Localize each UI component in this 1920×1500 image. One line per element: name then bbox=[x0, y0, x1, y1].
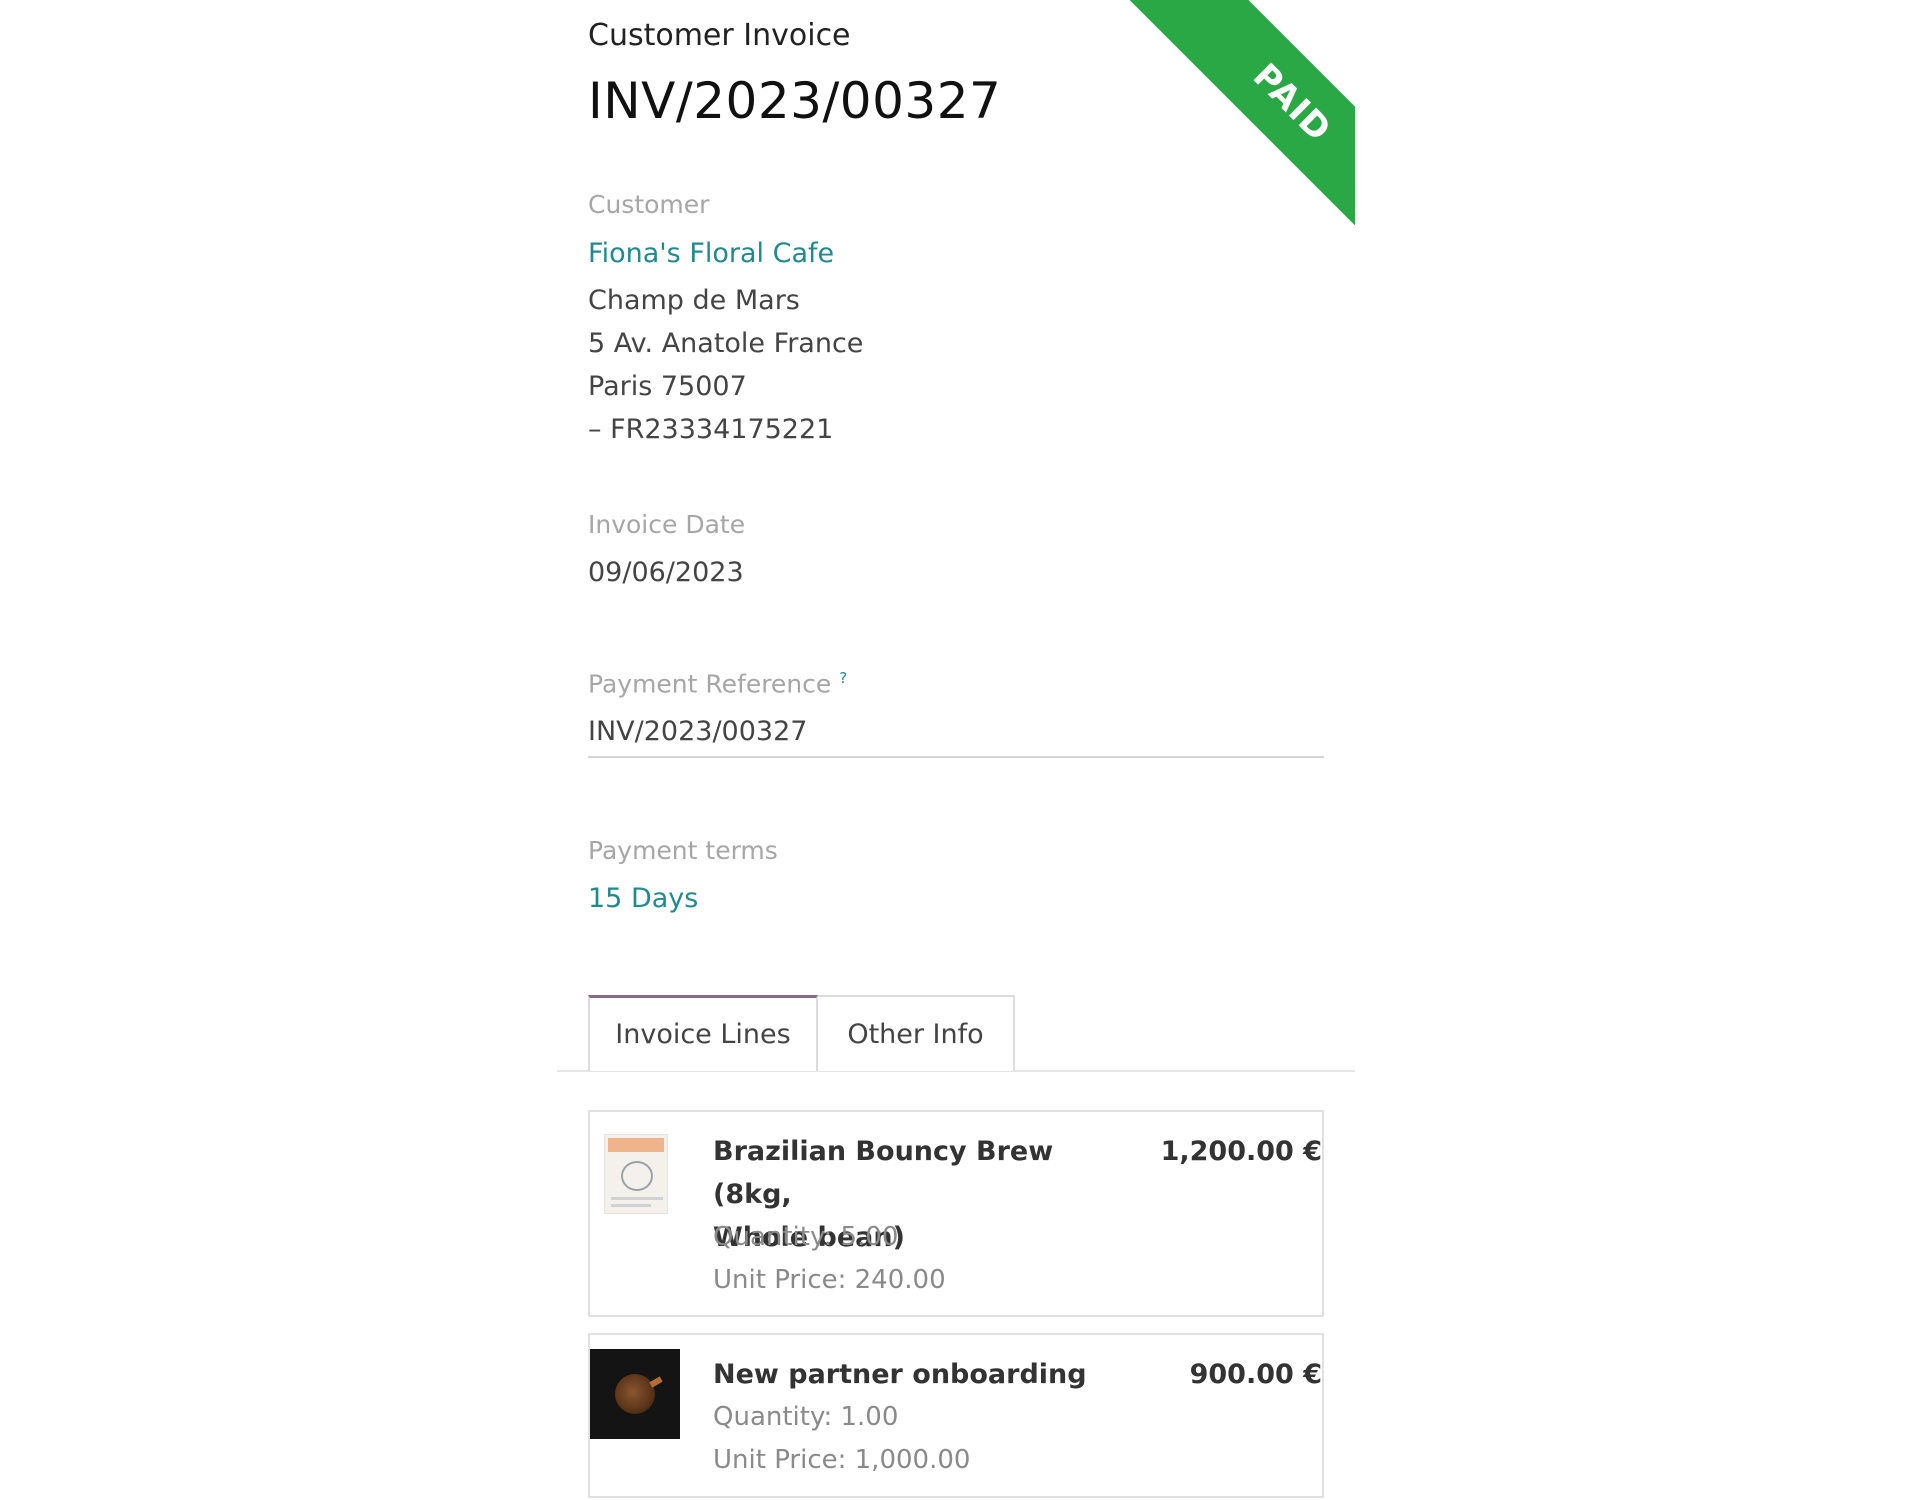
product-label-graphic bbox=[608, 1138, 664, 1152]
customer-address: Champ de Mars 5 Av. Anatole France Paris… bbox=[588, 279, 863, 451]
stage: PAID Customer Invoice INV/2023/00327 Cus… bbox=[0, 0, 1920, 1500]
customer-link[interactable]: Fiona's Floral Cafe bbox=[588, 238, 834, 269]
invoice-form-sheet: PAID Customer Invoice INV/2023/00327 Cus… bbox=[555, 0, 1355, 1500]
product-text-graphic bbox=[611, 1204, 651, 1207]
payment-reference-label: Payment Reference? bbox=[588, 669, 847, 698]
payment-reference-input[interactable]: INV/2023/00327 bbox=[588, 712, 1324, 758]
product-text-graphic bbox=[611, 1197, 663, 1200]
status-ribbon-band: PAID bbox=[1113, 0, 1355, 282]
line-unit-price: Unit Price: 240.00 bbox=[713, 1265, 946, 1295]
invoice-line-card[interactable]: New partner onboarding Quantity: 1.00 Un… bbox=[588, 1333, 1324, 1498]
line-quantity: Quantity: 5.00 bbox=[713, 1222, 899, 1252]
bowl-graphic bbox=[615, 1374, 655, 1414]
document-type-label: Customer Invoice bbox=[588, 18, 851, 53]
line-amount: 1,200.00 € bbox=[1160, 1136, 1322, 1167]
product-name: New partner onboarding bbox=[713, 1359, 1087, 1390]
help-tooltip-icon[interactable]: ? bbox=[839, 669, 847, 687]
invoice-number-title: INV/2023/00327 bbox=[588, 72, 1002, 130]
customer-label: Customer bbox=[588, 190, 710, 219]
address-line: 5 Av. Anatole France bbox=[588, 328, 864, 359]
scoop-handle-graphic bbox=[649, 1376, 663, 1388]
tab-other-info[interactable]: Other Info bbox=[818, 995, 1015, 1071]
line-quantity: Quantity: 1.00 bbox=[713, 1402, 899, 1432]
invoice-date-label: Invoice Date bbox=[588, 510, 746, 539]
product-art-graphic bbox=[621, 1161, 653, 1191]
status-ribbon: PAID bbox=[1005, 0, 1355, 350]
invoice-date-value[interactable]: 09/06/2023 bbox=[588, 557, 744, 588]
line-amount: 900.00 € bbox=[1189, 1359, 1322, 1390]
coffee-beans-bowl-icon bbox=[590, 1349, 680, 1439]
payment-terms-link[interactable]: 15 Days bbox=[588, 883, 698, 914]
payment-reference-label-text: Payment Reference bbox=[588, 669, 832, 699]
line-unit-price: Unit Price: 1,000.00 bbox=[713, 1445, 971, 1475]
coffee-bag-icon bbox=[604, 1134, 668, 1214]
status-ribbon-label: PAID bbox=[1244, 55, 1340, 151]
address-line: Paris 75007 bbox=[588, 371, 747, 402]
payment-reference-value: INV/2023/00327 bbox=[588, 716, 808, 747]
invoice-line-card[interactable]: Brazilian Bouncy Brew (8kg, Whole bean) … bbox=[588, 1110, 1324, 1317]
tab-invoice-lines[interactable]: Invoice Lines bbox=[588, 995, 818, 1071]
product-name-line: Brazilian Bouncy Brew (8kg, bbox=[713, 1136, 1054, 1210]
address-line: Champ de Mars bbox=[588, 285, 800, 316]
payment-terms-label: Payment terms bbox=[588, 836, 778, 865]
address-line: – FR23334175221 bbox=[588, 414, 834, 445]
